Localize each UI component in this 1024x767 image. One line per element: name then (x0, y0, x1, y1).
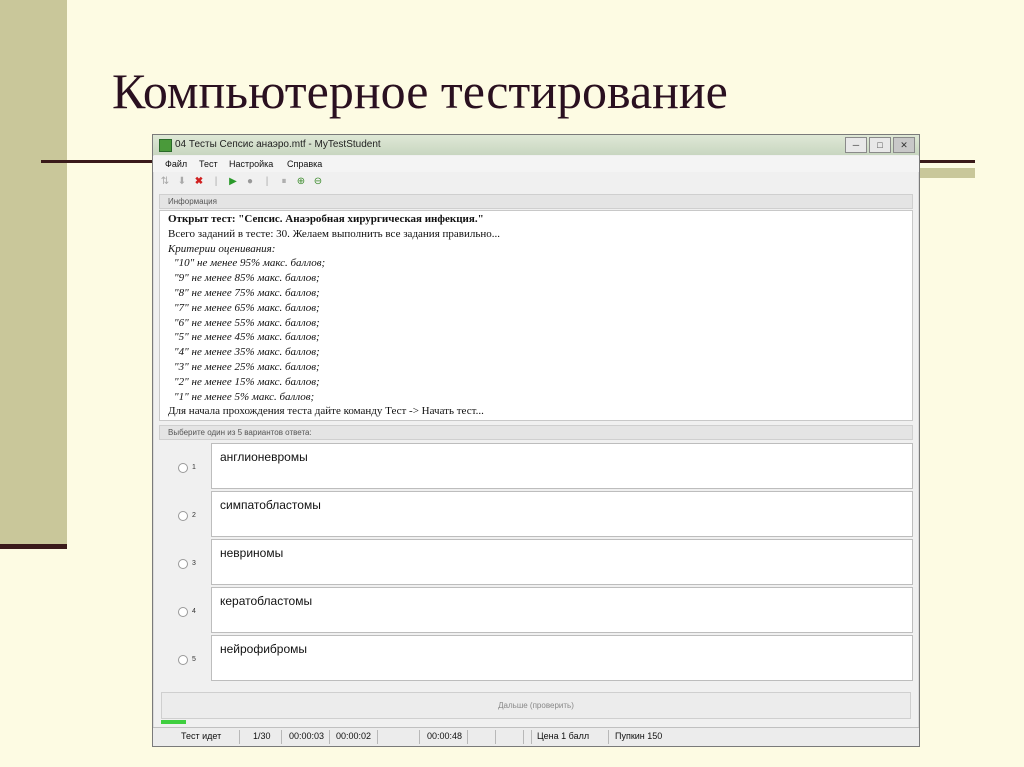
answer-number: 2 (192, 512, 196, 519)
status-progress: 1/30 (253, 731, 271, 741)
maximize-button[interactable]: □ (869, 137, 891, 153)
answer-option-2[interactable]: 2 симпатобластомы (159, 489, 913, 537)
slide-title: Компьютерное тестирование (112, 63, 728, 119)
status-user: Пупкин 150 (615, 731, 663, 741)
status-time-2: 00:00:02 (336, 731, 372, 741)
answer-box[interactable]: невриномы (211, 539, 913, 585)
status-bar: Тест идет 1/30 00:00:03 00:00:02 00:00:4… (153, 727, 919, 746)
app-window: 04 Тесты Сепсис анаэро.mtf - MyTestStude… (152, 134, 920, 747)
arrow-down-icon[interactable]: ⬇ (176, 176, 188, 188)
test-progress-bar (161, 720, 186, 724)
answer-text: невриномы (220, 546, 284, 560)
answer-number: 3 (192, 560, 196, 567)
answer-box[interactable]: симпатобластомы (211, 491, 913, 537)
play-icon[interactable]: ▶ (227, 176, 239, 188)
answer-box[interactable]: англионевромы (211, 443, 913, 489)
answer-option-4[interactable]: 4 кератобластомы (159, 585, 913, 633)
answer-box[interactable]: нейрофибромы (211, 635, 913, 681)
answer-option-5[interactable]: 5 нейрофибромы (159, 633, 913, 681)
info-line: Критерии оценивания: (168, 242, 276, 255)
record-icon[interactable]: ● (244, 176, 256, 188)
info-line: "3" не менее 25% макс. баллов; (174, 360, 320, 373)
info-line: "1" не менее 5% макс. баллов; (174, 390, 315, 403)
info-line: "10" не менее 95% макс. баллов; (174, 257, 326, 270)
slide-left-rule (0, 544, 67, 549)
info-line: "8" не менее 75% макс. баллов; (174, 286, 320, 299)
status-price: Цена 1 балл (537, 731, 590, 741)
answer-box[interactable]: кератобластомы (211, 587, 913, 633)
close-button[interactable]: ✕ (893, 137, 915, 153)
toolbar: ⇅ ⬇ ✖ | ▶ ● | ⏸ ⊕ ⊖ (159, 176, 324, 188)
answers-list: 1 англионевромы 2 симпатобластомы 3 невр… (159, 441, 913, 685)
info-header: Информация (159, 194, 913, 209)
minimize-button[interactable]: ─ (845, 137, 867, 153)
answer-text: англионевромы (220, 450, 308, 464)
stop-x-icon[interactable]: ✖ (193, 176, 205, 188)
pause-icon[interactable]: ⏸ (278, 176, 290, 188)
answer-number: 4 (192, 608, 196, 615)
next-check-button[interactable]: Дальше (проверить) (161, 692, 911, 719)
info-panel: Открыт тест: "Сепсис. Анаэробная хирурги… (159, 210, 913, 421)
info-line: Открыт тест: "Сепсис. Анаэробная хирурги… (168, 213, 484, 225)
info-line: Всего заданий в тесте: 30. Желаем выполн… (168, 227, 500, 240)
info-line: "6" не менее 55% макс. баллов; (174, 316, 320, 329)
app-icon (159, 139, 172, 152)
answer-number: 5 (192, 656, 196, 663)
radio-button[interactable] (178, 655, 188, 665)
info-line: "9" не менее 85% макс. баллов; (174, 272, 320, 285)
window-controls: ─ □ ✕ (845, 137, 915, 153)
menu-test[interactable]: Тест (199, 159, 218, 169)
answer-text: симпатобластомы (220, 498, 321, 512)
title-underline-accent (918, 168, 975, 178)
answer-option-1[interactable]: 1 англионевромы (159, 441, 913, 489)
info-line: "2" не менее 15% макс. баллов; (174, 375, 320, 388)
answer-number: 1 (192, 464, 196, 471)
radio-button[interactable] (178, 607, 188, 617)
arrow-up-icon[interactable]: ⇅ (159, 176, 171, 188)
radio-button[interactable] (178, 511, 188, 521)
question-header: Выберите один из 5 вариантов ответа: (159, 425, 913, 440)
status-time-1: 00:00:03 (289, 731, 325, 741)
info-line: "5" не менее 45% макс. баллов; (174, 331, 320, 344)
info-line: "4" не менее 35% макс. баллов; (174, 346, 320, 359)
answer-text: нейрофибромы (220, 642, 308, 656)
window-title: 04 Тесты Сепсис анаэро.mtf - MyTestStude… (175, 139, 381, 150)
menu-bar: Файл Тест Настройка Справка (153, 156, 919, 172)
answer-option-3[interactable]: 3 невриномы (159, 537, 913, 585)
slide-left-accent (0, 0, 67, 548)
status-state: Тест идет (181, 731, 222, 741)
info-line: "7" не менее 65% макс. баллов; (174, 301, 320, 314)
zoom-out-icon[interactable]: ⊖ (312, 176, 324, 188)
menu-settings[interactable]: Настройка (229, 159, 273, 169)
menu-help[interactable]: Справка (287, 159, 322, 169)
menu-file[interactable]: Файл (165, 159, 187, 169)
status-time-3: 00:00:48 (427, 731, 463, 741)
answer-text: кератобластомы (220, 594, 313, 608)
zoom-in-icon[interactable]: ⊕ (295, 176, 307, 188)
info-line: Для начала прохождения теста дайте коман… (168, 405, 484, 418)
radio-button[interactable] (178, 463, 188, 473)
radio-button[interactable] (178, 559, 188, 569)
window-titlebar[interactable]: 04 Тесты Сепсис анаэро.mtf - MyTestStude… (153, 135, 919, 155)
